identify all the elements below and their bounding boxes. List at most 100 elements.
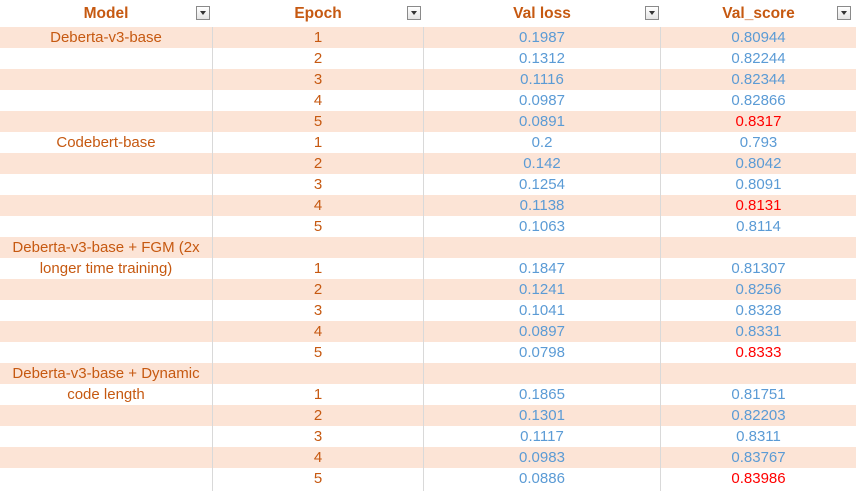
val-score-cell[interactable]: 0.82344	[661, 69, 856, 90]
model-cell[interactable]	[0, 69, 212, 90]
table-row[interactable]: 5 0.0891 0.8317	[0, 111, 856, 132]
val-score-cell[interactable]: 0.793	[661, 132, 856, 153]
model-cell[interactable]	[0, 405, 212, 426]
val-score-cell[interactable]: 0.82244	[661, 48, 856, 69]
epoch-cell[interactable]: 4	[213, 90, 423, 111]
epoch-cell[interactable]: 5	[213, 111, 423, 132]
val-loss-cell[interactable]: 0.142	[424, 153, 660, 174]
val-loss-cell[interactable]: 0.1041	[424, 300, 660, 321]
epoch-cell[interactable]: 3	[213, 426, 423, 447]
val-score-cell[interactable]: 0.82203	[661, 405, 856, 426]
val-score-cell[interactable]: 0.8256	[661, 279, 856, 300]
epoch-cell[interactable]: 5	[213, 216, 423, 237]
header-val-score[interactable]: Val_score	[661, 0, 856, 27]
table-row[interactable]: 3 0.1116 0.82344	[0, 69, 856, 90]
model-cell[interactable]	[0, 153, 212, 174]
val-score-cell[interactable]: 0.8114	[661, 216, 856, 237]
val-loss-cell[interactable]: 0.1312	[424, 48, 660, 69]
filter-dropdown-icon[interactable]	[837, 6, 851, 20]
val-loss-cell[interactable]: 0.0886	[424, 468, 660, 489]
val-loss-cell[interactable]: 0.0983	[424, 447, 660, 468]
val-score-cell[interactable]: 0.83767	[661, 447, 856, 468]
epoch-cell[interactable]: 2	[213, 279, 423, 300]
val-score-cell[interactable]: 0.81751	[661, 384, 856, 405]
val-score-cell[interactable]: 0.8333	[661, 342, 856, 363]
model-cell[interactable]	[0, 174, 212, 195]
val-loss-cell[interactable]: 0.1138	[424, 195, 660, 216]
table-row[interactable]: 5 0.1063 0.8114	[0, 216, 856, 237]
val-score-cell[interactable]: 0.80944	[661, 27, 856, 48]
table-row[interactable]: 4 0.1138 0.8131	[0, 195, 856, 216]
model-cell[interactable]	[0, 216, 212, 237]
val-score-cell[interactable]: 0.81307	[661, 258, 856, 279]
epoch-cell[interactable]: 3	[213, 69, 423, 90]
val-loss-cell[interactable]: 0.2	[424, 132, 660, 153]
table-row[interactable]: 2 0.1301 0.82203	[0, 405, 856, 426]
val-score-cell[interactable]: 0.82866	[661, 90, 856, 111]
epoch-cell[interactable]: 3	[213, 300, 423, 321]
epoch-cell[interactable]: 4	[213, 195, 423, 216]
val-score-cell[interactable]: 0.8328	[661, 300, 856, 321]
table-row[interactable]: 4 0.0987 0.82866	[0, 90, 856, 111]
val-loss-cell[interactable]: 0.1117	[424, 426, 660, 447]
val-loss-cell[interactable]: 0.1241	[424, 279, 660, 300]
val-score-cell[interactable]: 0.8311	[661, 426, 856, 447]
filter-dropdown-icon[interactable]	[196, 6, 210, 20]
table-row[interactable]: 2 0.1241 0.8256	[0, 279, 856, 300]
table-row[interactable]: 2 0.142 0.8042	[0, 153, 856, 174]
val-loss-cell[interactable]: 0.1254	[424, 174, 660, 195]
table-row[interactable]: 3 0.1117 0.8311	[0, 426, 856, 447]
epoch-cell[interactable]: 5	[213, 342, 423, 363]
model-cell[interactable]	[0, 447, 212, 468]
header-epoch[interactable]: Epoch	[213, 0, 423, 27]
model-cell[interactable]	[0, 90, 212, 111]
epoch-cell[interactable]: 4	[213, 321, 423, 342]
epoch-cell[interactable]: 2	[213, 48, 423, 69]
table-row[interactable]: 2 0.1312 0.82244	[0, 48, 856, 69]
table-row[interactable]: 5 0.0798 0.8333	[0, 342, 856, 363]
filter-dropdown-icon[interactable]	[645, 6, 659, 20]
val-score-cell[interactable]: 0.83986	[661, 468, 856, 489]
table-row[interactable]: 4 0.0897 0.8331	[0, 321, 856, 342]
val-loss-cell[interactable]: 0.1865	[424, 384, 660, 405]
val-score-cell[interactable]: 0.8131	[661, 195, 856, 216]
val-loss-cell[interactable]: 0.0987	[424, 90, 660, 111]
epoch-cell[interactable]	[213, 237, 423, 258]
header-val-loss[interactable]: Val loss	[424, 0, 660, 27]
model-cell[interactable]	[0, 279, 212, 300]
epoch-cell[interactable]: 3	[213, 174, 423, 195]
val-loss-cell[interactable]: 0.0798	[424, 342, 660, 363]
epoch-cell[interactable]: 1	[213, 27, 423, 48]
val-loss-cell[interactable]: 0.1116	[424, 69, 660, 90]
table-row[interactable]: 3 0.1041 0.8328	[0, 300, 856, 321]
val-loss-cell[interactable]	[424, 237, 660, 258]
val-loss-cell[interactable]: 0.1847	[424, 258, 660, 279]
model-cell[interactable]	[0, 321, 212, 342]
epoch-cell[interactable]: 2	[213, 153, 423, 174]
val-score-cell[interactable]: 0.8042	[661, 153, 856, 174]
table-row[interactable]: 5 0.0886 0.83986	[0, 468, 856, 489]
epoch-cell[interactable]: 1	[213, 132, 423, 153]
val-loss-cell[interactable]	[424, 363, 660, 384]
epoch-cell[interactable]: 1	[213, 384, 423, 405]
model-cell[interactable]	[0, 48, 212, 69]
epoch-cell[interactable]: 2	[213, 405, 423, 426]
model-cell[interactable]	[0, 342, 212, 363]
filter-dropdown-icon[interactable]	[407, 6, 421, 20]
val-score-cell[interactable]: 0.8091	[661, 174, 856, 195]
model-cell[interactable]	[0, 426, 212, 447]
epoch-cell[interactable]: 4	[213, 447, 423, 468]
val-loss-cell[interactable]: 0.1987	[424, 27, 660, 48]
epoch-cell[interactable]: 5	[213, 468, 423, 489]
val-score-cell[interactable]	[661, 237, 856, 258]
header-model[interactable]: Model	[0, 0, 212, 27]
val-loss-cell[interactable]: 0.1063	[424, 216, 660, 237]
val-loss-cell[interactable]: 0.1301	[424, 405, 660, 426]
val-loss-cell[interactable]: 0.0891	[424, 111, 660, 132]
model-cell[interactable]	[0, 111, 212, 132]
val-score-cell[interactable]: 0.8331	[661, 321, 856, 342]
val-score-cell[interactable]	[661, 363, 856, 384]
epoch-cell[interactable]	[213, 363, 423, 384]
table-row[interactable]: 3 0.1254 0.8091	[0, 174, 856, 195]
model-cell[interactable]	[0, 195, 212, 216]
